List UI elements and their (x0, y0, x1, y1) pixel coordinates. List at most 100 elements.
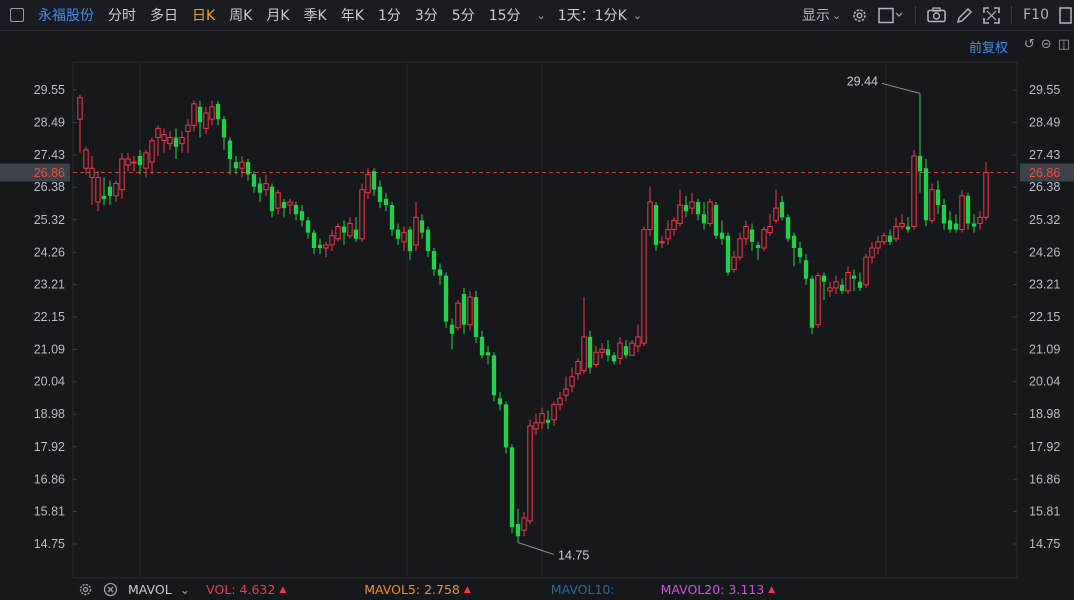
tab-period-0[interactable]: 分时 (108, 5, 136, 25)
candle-body (443, 275, 449, 322)
y-tick-label-right: 16.86 (1029, 472, 1060, 486)
candle-body (359, 189, 365, 240)
interval-selector[interactable]: 1天：1分K (558, 5, 627, 25)
candle-body (299, 211, 305, 221)
candle-body (515, 524, 521, 537)
candle-body (647, 201, 653, 231)
y-tick-label-left: 18.98 (34, 407, 65, 421)
y-tick-label-left: 26.38 (34, 180, 65, 194)
indicator-settings-gear-icon[interactable] (78, 582, 93, 597)
vol-label: VOL: (206, 582, 236, 597)
y-tick-label-right: 22.15 (1029, 310, 1060, 324)
candle-body (311, 232, 317, 248)
tab-period-9[interactable]: 5分 (452, 5, 475, 25)
candle-body (449, 324, 455, 334)
mavol10-label: MAVOL10: (550, 582, 615, 597)
candle-body (581, 336, 587, 372)
candle-body (869, 247, 875, 258)
candle-body (263, 183, 269, 191)
plot-frame (72, 61, 1018, 579)
mavol20-readout: MAVOL20: 3.113 ▲ (661, 582, 776, 597)
candle-body (731, 256, 737, 270)
candle-body (689, 201, 695, 209)
candle-body (605, 349, 611, 356)
vol-value: 4.632 (239, 582, 276, 597)
candle-body (599, 348, 605, 353)
up-arrow-icon: ▲ (279, 584, 287, 595)
tab-period-2[interactable]: 日K (192, 5, 215, 25)
side-panel-icon[interactable] (1059, 6, 1072, 24)
tab-period-7[interactable]: 1分 (378, 5, 401, 25)
candle-body (725, 235, 731, 273)
tab-period-1[interactable]: 多日 (150, 5, 178, 25)
panel-toggle-icon[interactable] (10, 8, 24, 22)
candle-body (821, 275, 827, 282)
settings-gear-icon[interactable] (851, 7, 868, 24)
draw-pencil-icon[interactable] (956, 7, 973, 24)
candle-body (755, 244, 761, 248)
candle-body (503, 404, 509, 448)
candle-body (641, 229, 647, 344)
y-tick-label-left: 22.15 (34, 310, 65, 324)
y-tick-label-right: 28.49 (1029, 116, 1060, 130)
up-arrow-icon-2: ▲ (463, 584, 471, 595)
square-select-icon[interactable] (878, 7, 904, 24)
tab-period-4[interactable]: 月K (266, 5, 289, 25)
candle-body (737, 238, 743, 258)
kline-chart[interactable]: 29.55 29.55 28.49 28.49 27.43 27.43 26.38 26.38… (0, 30, 1074, 579)
candle-body (383, 198, 389, 206)
candle-body (905, 226, 911, 230)
candle-body (167, 137, 173, 145)
y-tick-label-right: 17.92 (1029, 440, 1060, 454)
candle-body (509, 447, 515, 528)
candle-body (377, 186, 383, 202)
candle-body (149, 140, 155, 163)
candle-body (215, 103, 221, 120)
candle-body (107, 186, 113, 196)
mavol20-value: 3.113 (728, 582, 765, 597)
candle-body (239, 161, 245, 169)
toolbar-divider (915, 6, 917, 24)
candle-body (497, 398, 503, 405)
indicator-close-icon[interactable] (103, 582, 118, 597)
tab-period-10[interactable]: 15分 (489, 5, 521, 25)
candle-body (743, 226, 749, 240)
period-more-chevron-icon[interactable]: ⌄ (537, 9, 546, 22)
y-tick-label-left: 24.26 (34, 245, 65, 259)
low-annotation-label: 14.75 (558, 548, 589, 562)
f10-button[interactable]: F10 (1023, 7, 1049, 23)
tab-period-5[interactable]: 季K (304, 5, 327, 25)
candle-body (479, 336, 485, 356)
candle-body (233, 162, 239, 169)
candle-body (353, 229, 359, 239)
high-annotation-leader (881, 82, 921, 94)
candle-body (659, 241, 665, 244)
candle-body (965, 195, 971, 224)
indicator-chevron-down-icon[interactable]: ⌄ (180, 582, 190, 597)
candle-body (467, 296, 473, 326)
candle-body (269, 186, 275, 212)
candle-body (953, 223, 959, 230)
candle-body (857, 281, 863, 288)
candle-body (557, 397, 563, 405)
interval-chevron-down-icon[interactable]: ⌄ (633, 9, 642, 22)
candle-body (431, 251, 437, 270)
indicator-name[interactable]: MAVOL (128, 582, 172, 597)
display-chevron-down-icon: ⌄ (831, 8, 842, 22)
camera-icon[interactable] (927, 7, 946, 23)
candle-body (437, 269, 443, 276)
display-menu[interactable]: 显示 ⌄ (802, 5, 841, 25)
tab-period-8[interactable]: 3分 (415, 5, 438, 25)
y-tick-label-right: 27.43 (1029, 148, 1060, 162)
candle-body (347, 222, 353, 237)
candle-body (275, 192, 281, 209)
stock-name[interactable]: 永福股份 (38, 5, 94, 25)
candle-body (593, 351, 599, 366)
candle-body (281, 201, 287, 209)
candle-body (695, 201, 701, 215)
candle-body (701, 214, 707, 224)
tab-period-3[interactable]: 周K (229, 5, 252, 25)
candle-body (323, 244, 329, 249)
fullscreen-icon[interactable] (983, 6, 1000, 24)
tab-period-6[interactable]: 年K (341, 5, 364, 25)
